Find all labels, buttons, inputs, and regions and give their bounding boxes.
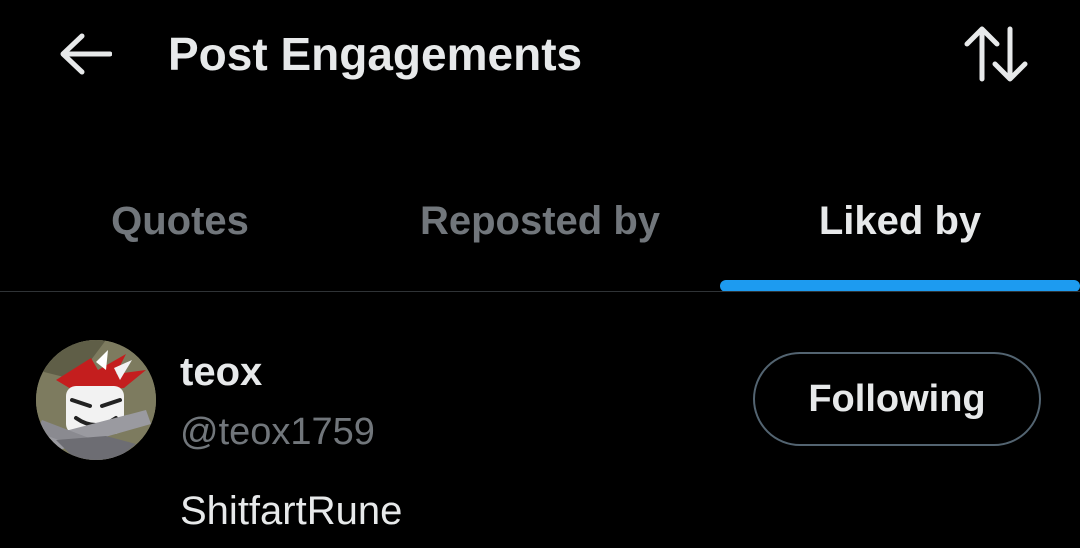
back-button[interactable] bbox=[56, 28, 114, 80]
tab-liked-by-label: Liked by bbox=[818, 199, 982, 243]
avatar-image bbox=[36, 340, 156, 460]
engagement-tabs: Quotes Reposted by Liked by bbox=[0, 160, 1080, 291]
tab-reposted-by-label: Reposted by bbox=[419, 199, 661, 243]
user-handle: @teox1759 bbox=[180, 411, 375, 453]
avatar[interactable] bbox=[36, 340, 156, 460]
tab-liked-by[interactable]: Liked by bbox=[720, 160, 1080, 291]
tab-reposted-by[interactable]: Reposted by bbox=[360, 160, 720, 291]
page-title: Post Engagements bbox=[168, 28, 583, 80]
user-bio: ShitfartRune bbox=[180, 489, 403, 533]
arrow-left-icon bbox=[60, 33, 112, 75]
tab-quotes-label: Quotes bbox=[111, 199, 249, 243]
tab-quotes[interactable]: Quotes bbox=[0, 160, 360, 291]
user-display-name[interactable]: teox bbox=[180, 348, 262, 396]
following-button[interactable]: Following bbox=[753, 352, 1041, 446]
sort-button[interactable] bbox=[958, 22, 1034, 86]
top-bar: Post Engagements bbox=[0, 0, 1080, 110]
sort-arrows-icon bbox=[964, 26, 1028, 82]
user-list-item[interactable]: teox @teox1759 ShitfartRune Following bbox=[0, 292, 1080, 548]
